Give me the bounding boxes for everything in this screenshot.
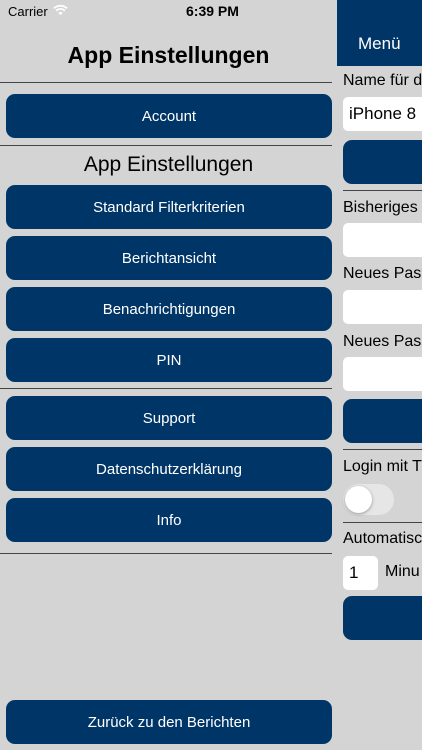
menu-header xyxy=(337,0,422,66)
minutes-input[interactable]: 1 xyxy=(343,556,378,590)
device-name-label: Name für d xyxy=(343,72,422,89)
filter-criteria-button[interactable]: Standard Filterkriterien xyxy=(6,185,332,229)
divider xyxy=(0,388,332,389)
menu-title[interactable]: Menü xyxy=(358,34,401,54)
login-touch-toggle[interactable] xyxy=(343,484,394,515)
save-name-button[interactable] xyxy=(343,140,422,184)
minutes-label: Minu xyxy=(385,563,420,580)
new-password-label: Neues Pas xyxy=(343,265,422,282)
back-to-reports-button[interactable]: Zurück zu den Berichten xyxy=(6,700,332,744)
privacy-policy-button[interactable]: Datenschutzerklärung xyxy=(6,447,332,491)
divider xyxy=(343,522,422,523)
pin-button[interactable]: PIN xyxy=(6,338,332,382)
account-button[interactable]: Account xyxy=(6,94,332,138)
old-password-label: Bisheriges xyxy=(343,199,418,216)
toggle-knob xyxy=(345,486,372,513)
page-title: App Einstellungen xyxy=(67,42,270,68)
notifications-button[interactable]: Benachrichtigungen xyxy=(6,287,332,331)
clock: 6:39 PM xyxy=(186,3,239,19)
divider xyxy=(0,145,332,146)
section-title: App Einstellungen xyxy=(83,153,254,176)
divider xyxy=(0,82,332,83)
auto-logout-label: Automatisc xyxy=(343,530,422,547)
divider xyxy=(343,190,422,191)
divider xyxy=(343,449,422,450)
login-touch-label: Login mit T xyxy=(343,458,422,475)
info-button[interactable]: Info xyxy=(6,498,332,542)
old-password-input[interactable] xyxy=(343,223,422,257)
new-password-repeat-input[interactable] xyxy=(343,357,422,391)
carrier-label: Carrier xyxy=(8,4,48,19)
wifi-icon xyxy=(53,4,68,16)
new-password-repeat-label: Neues Pas xyxy=(343,333,422,350)
support-button[interactable]: Support xyxy=(6,396,332,440)
divider xyxy=(0,553,332,554)
change-password-button[interactable] xyxy=(343,399,422,443)
device-name-input[interactable]: iPhone 8 xyxy=(343,97,422,131)
save-auto-logout-button[interactable] xyxy=(343,596,422,640)
new-password-input[interactable] xyxy=(343,290,422,324)
report-view-button[interactable]: Berichtansicht xyxy=(6,236,332,280)
